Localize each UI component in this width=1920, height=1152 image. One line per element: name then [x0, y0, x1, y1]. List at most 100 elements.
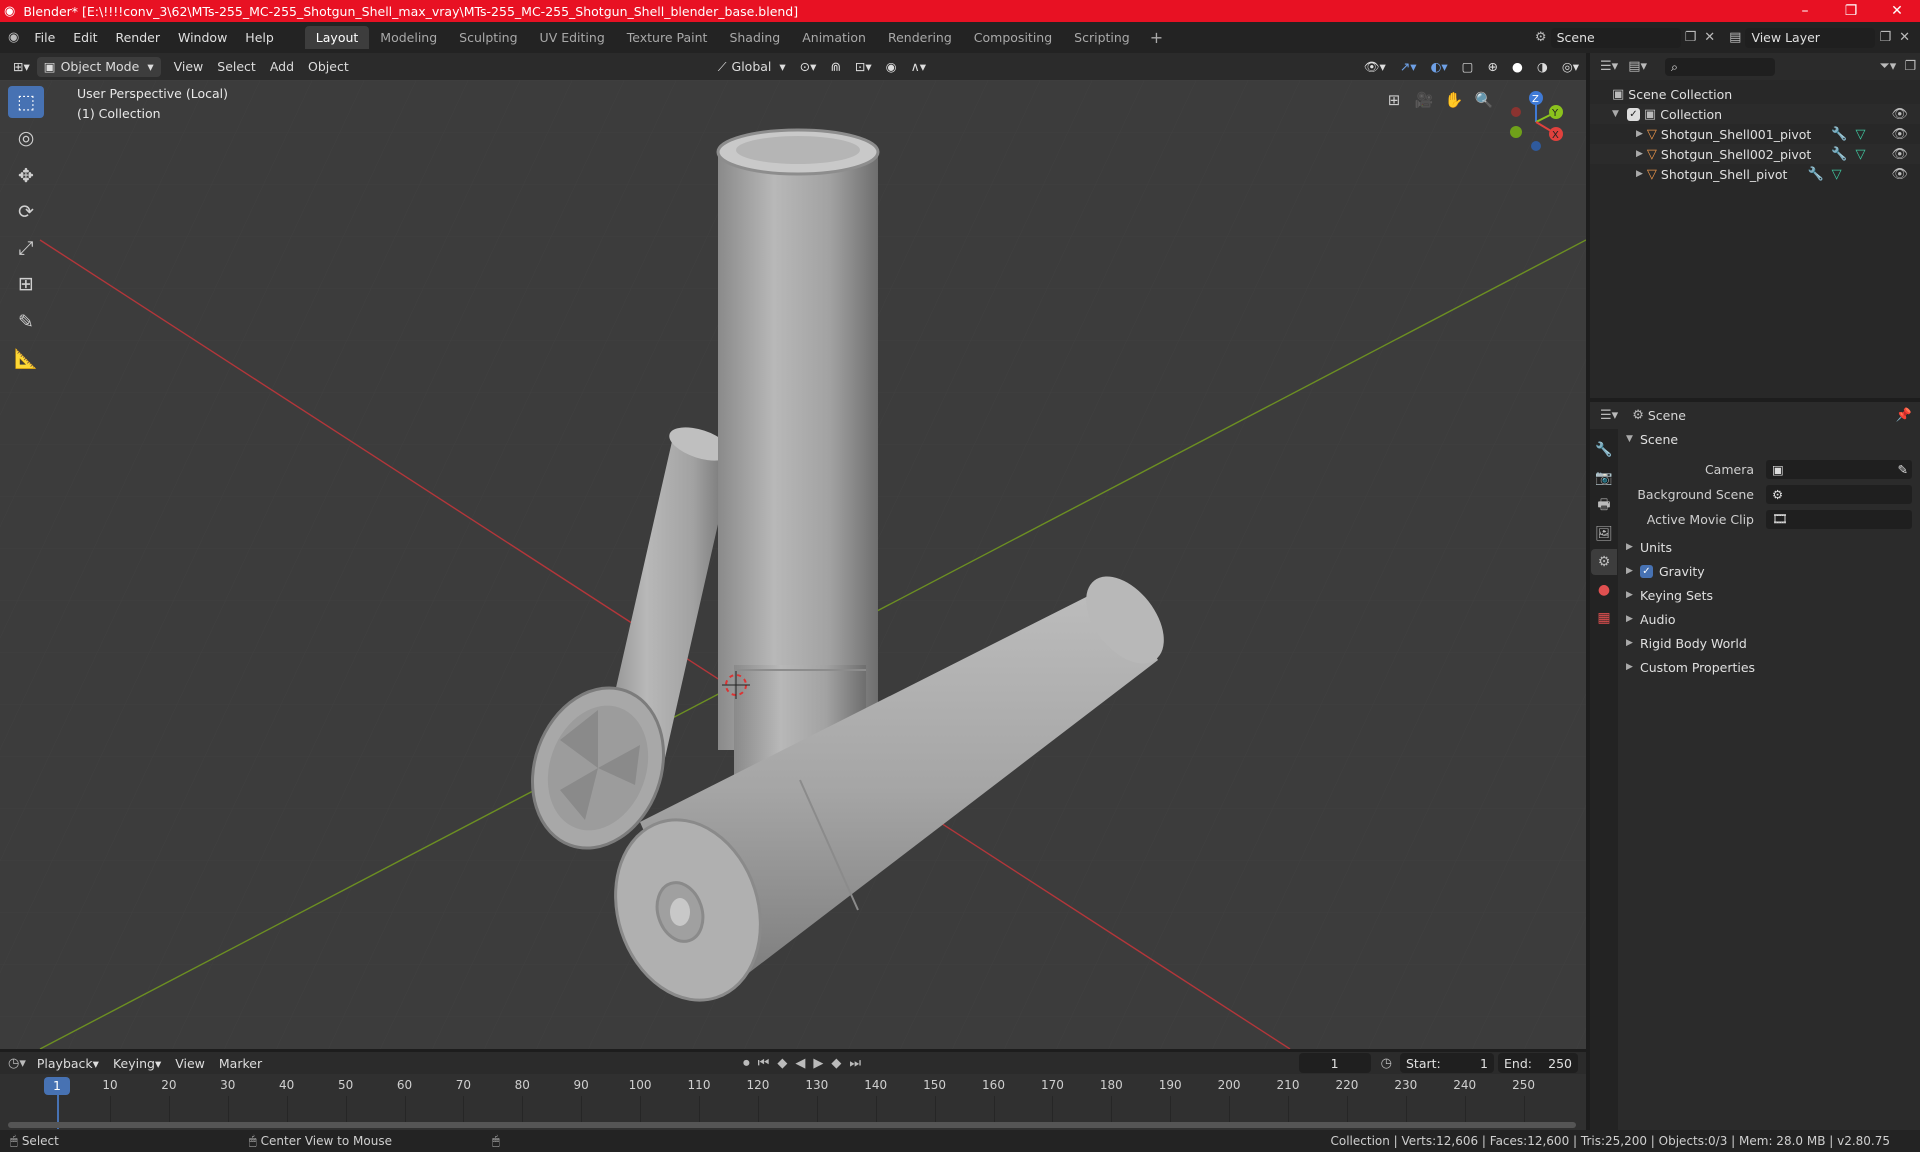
rotate-tool[interactable]: ⟳ [8, 196, 44, 228]
menu-select[interactable]: Select [210, 57, 263, 77]
eye-icon[interactable]: 👁 [1891, 147, 1908, 162]
properties-editor-icon[interactable]: ☰▾ [1600, 408, 1618, 423]
xray-icon[interactable]: ▢ [1455, 57, 1481, 77]
jump-start-icon[interactable]: ⏮ [758, 1056, 770, 1071]
filter-icon[interactable]: ⏷▾ [1879, 59, 1896, 74]
pin-icon[interactable]: 📌 [1896, 408, 1912, 423]
shading-material-icon[interactable]: ◑ [1530, 57, 1555, 77]
timeline-body[interactable]: 1 10 20 30 40 50 60 70 80 90 100 110 120 130 140 150 16… [0, 1074, 1586, 1130]
mesh-data-icon[interactable]: ▽ [1832, 167, 1842, 182]
tab-animation[interactable]: Animation [791, 26, 877, 49]
new-view-layer-icon[interactable]: ❐ [1879, 30, 1891, 45]
minimize-button[interactable]: – [1782, 3, 1828, 19]
section-units[interactable]: ▶ Units [1626, 536, 1912, 558]
render-tab-icon[interactable]: 📷 [1591, 465, 1617, 491]
menu-edit[interactable]: Edit [64, 30, 106, 45]
cursor-tool[interactable]: ◎ [8, 122, 44, 154]
pivot-icon[interactable]: ⊙▾ [793, 57, 824, 77]
shading-solid-icon[interactable]: ● [1505, 57, 1530, 77]
outliner-collection[interactable]: ▼ ✓ ▣ Collection 👁 [1590, 104, 1920, 124]
scene-field[interactable]: Scene [1550, 27, 1681, 48]
proportional-edit-icon[interactable]: ◉ [879, 57, 904, 77]
zoom-icon[interactable]: 🔍 [1470, 86, 1498, 114]
world-tab-icon[interactable]: ● [1591, 577, 1617, 603]
texture-tab-icon[interactable]: ▦ [1591, 605, 1617, 631]
timeline-view-menu[interactable]: View [168, 1053, 212, 1073]
display-mode-icon[interactable]: ▤▾ [1628, 59, 1647, 74]
menu-file[interactable]: File [25, 30, 64, 45]
shading-rendered-icon[interactable]: ◎▾ [1555, 57, 1586, 77]
current-frame-marker[interactable]: 1 [44, 1077, 70, 1095]
falloff-icon[interactable]: ∧▾ [904, 57, 933, 77]
mesh-data-icon[interactable]: ▽ [1856, 127, 1866, 142]
measure-tool[interactable]: 📐 [8, 342, 44, 374]
eye-icon[interactable]: 👁 [1891, 107, 1908, 122]
collapse-icon[interactable]: ▼ [1612, 109, 1619, 119]
tab-layout[interactable]: Layout [304, 26, 370, 49]
scale-tool[interactable]: ⤢ [8, 232, 44, 264]
overlay-toggle-icon[interactable]: ◐▾ [1423, 57, 1454, 77]
menu-render[interactable]: Render [106, 30, 169, 45]
view-layer-icon[interactable]: ▤ [1729, 30, 1741, 45]
tab-rendering[interactable]: Rendering [877, 26, 963, 49]
movie-clip-field[interactable]: 🎞 [1766, 509, 1912, 529]
timeline-editor-icon[interactable]: ◷▾ [8, 1056, 26, 1071]
blender-menu-icon[interactable]: ◉ [8, 30, 19, 45]
new-collection-icon[interactable]: ❐ [1904, 59, 1916, 74]
marker-menu[interactable]: Marker [212, 1053, 269, 1073]
menu-help[interactable]: Help [236, 30, 283, 45]
tab-compositing[interactable]: Compositing [963, 26, 1063, 49]
move-tool[interactable]: ✥ [8, 160, 44, 192]
mesh-data-icon[interactable]: ▽ [1856, 147, 1866, 162]
expand-icon[interactable]: ▶ [1636, 129, 1643, 139]
menu-view[interactable]: View [167, 57, 211, 77]
expand-icon[interactable]: ▶ [1636, 169, 1643, 179]
navigation-gizmo[interactable]: Z Y X [1500, 88, 1572, 168]
current-frame-field[interactable]: 1 [1298, 1053, 1371, 1073]
outliner-object-row[interactable]: ▶ ▽ Shotgun_Shell001_pivot 🔧 ▽ 👁 [1590, 124, 1920, 144]
outliner-scene-collection[interactable]: ▣ Scene Collection [1590, 84, 1920, 104]
scene-selector-icon[interactable]: ⚙ [1535, 30, 1547, 45]
tool-tab-icon[interactable]: 🔧 [1591, 437, 1617, 463]
outliner-search-input[interactable]: ⌕ [1665, 57, 1775, 76]
output-tab-icon[interactable]: 🖶 [1591, 493, 1617, 519]
transform-tool[interactable]: ⊞ [8, 268, 44, 300]
background-scene-field[interactable]: ⚙ [1766, 484, 1912, 504]
tab-uv-editing[interactable]: UV Editing [529, 26, 616, 49]
editor-type-icon[interactable]: ⊞▾ [6, 57, 37, 77]
timeline-scrollbar[interactable] [8, 1122, 1576, 1128]
menu-window[interactable]: Window [169, 30, 236, 45]
add-workspace-icon[interactable]: + [1141, 28, 1172, 47]
keying-menu[interactable]: Keying ▾ [106, 1053, 168, 1073]
menu-add[interactable]: Add [263, 57, 301, 77]
gravity-checkbox[interactable]: ✓ [1640, 564, 1653, 578]
tab-shading[interactable]: Shading [718, 26, 791, 49]
tab-sculpting[interactable]: Sculpting [448, 26, 528, 49]
section-custom-properties[interactable]: ▶ Custom Properties [1626, 656, 1912, 678]
eye-icon[interactable]: 👁 [1891, 167, 1908, 182]
record-icon[interactable]: ⏺ [743, 1056, 750, 1071]
scene-panel-header[interactable]: ▼ Scene [1626, 428, 1912, 450]
visibility-icon[interactable]: 👁▾ [1357, 57, 1393, 77]
expand-icon[interactable]: ▶ [1636, 149, 1643, 159]
new-scene-icon[interactable]: ❐ [1685, 30, 1697, 45]
tab-scripting[interactable]: Scripting [1063, 26, 1141, 49]
eyedropper-icon[interactable]: ✎ [1898, 462, 1908, 477]
outliner-object-row[interactable]: ▶ ▽ Shotgun_Shell002_pivot 🔧 ▽ 👁 [1590, 144, 1920, 164]
select-box-tool[interactable]: ⬚ [8, 86, 44, 118]
jump-end-icon[interactable]: ⏭ [849, 1056, 861, 1071]
preview-range-icon[interactable]: ◷ [1381, 1056, 1392, 1071]
outliner-editor-icon[interactable]: ☰▾ [1600, 59, 1618, 74]
orientation-dropdown[interactable]: ⟋ Global ▾ [711, 57, 793, 77]
close-button[interactable]: ✕ [1874, 3, 1920, 19]
tab-texture-paint[interactable]: Texture Paint [616, 26, 719, 49]
delete-view-layer-icon[interactable]: ✕ [1899, 30, 1910, 45]
collection-checkbox[interactable]: ✓ [1626, 107, 1640, 121]
snap-icon[interactable]: ⋒ [823, 57, 847, 77]
snap-target-icon[interactable]: ⊡▾ [848, 57, 879, 77]
menu-object[interactable]: Object [301, 57, 356, 77]
play-reverse-icon[interactable]: ◀ [795, 1056, 805, 1071]
camera-view-icon[interactable]: 🎥 [1410, 86, 1438, 114]
modifier-icon[interactable]: 🔧 [1807, 167, 1823, 182]
maximize-button[interactable]: ❐ [1828, 3, 1874, 19]
